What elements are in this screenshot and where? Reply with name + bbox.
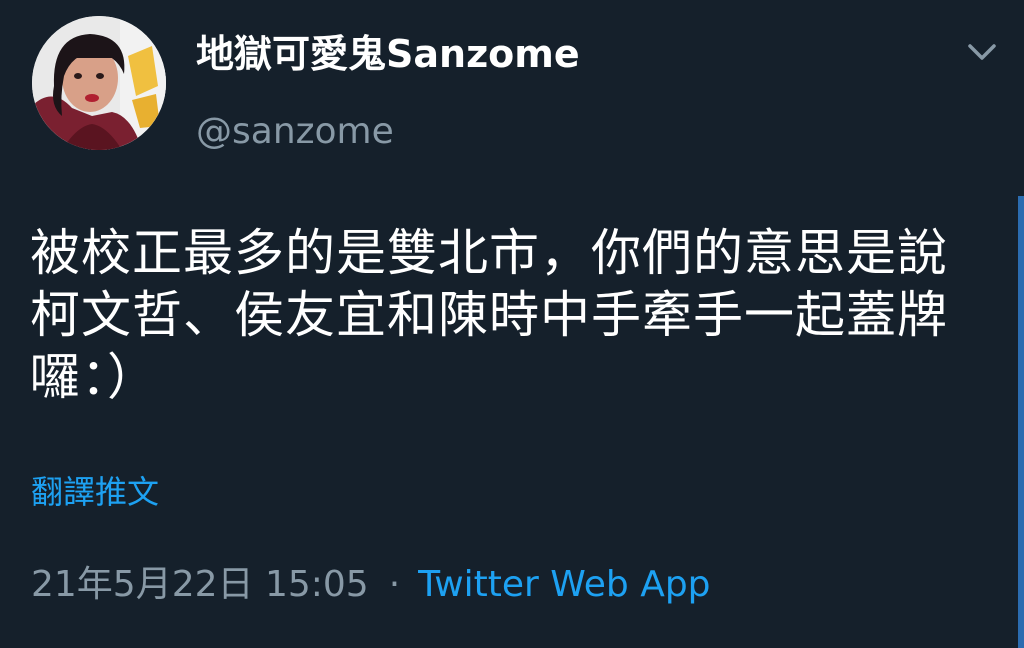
avatar-photo [32, 16, 166, 150]
avatar[interactable] [32, 16, 166, 150]
meta-separator: · [388, 564, 401, 605]
translate-tweet-link[interactable]: 翻譯推文 [31, 472, 159, 512]
user-handle[interactable]: @sanzome [196, 110, 394, 154]
display-name[interactable]: 地獄可愛鬼Sanzome [196, 30, 580, 78]
chevron-down-icon[interactable] [962, 38, 1002, 68]
tweet-meta: 21年5月22日 15:05 · Twitter Web App [31, 562, 711, 608]
scrollbar[interactable] [1018, 196, 1024, 648]
tweet-source-link[interactable]: Twitter Web App [418, 564, 710, 605]
tweet-text: 被校正最多的是雙北市，你們的意思是說柯文哲、侯友宜和陳時中手牽手一起蓋牌囉：） [30, 224, 948, 406]
tweet-timestamp[interactable]: 21年5月22日 15:05 [31, 564, 369, 605]
